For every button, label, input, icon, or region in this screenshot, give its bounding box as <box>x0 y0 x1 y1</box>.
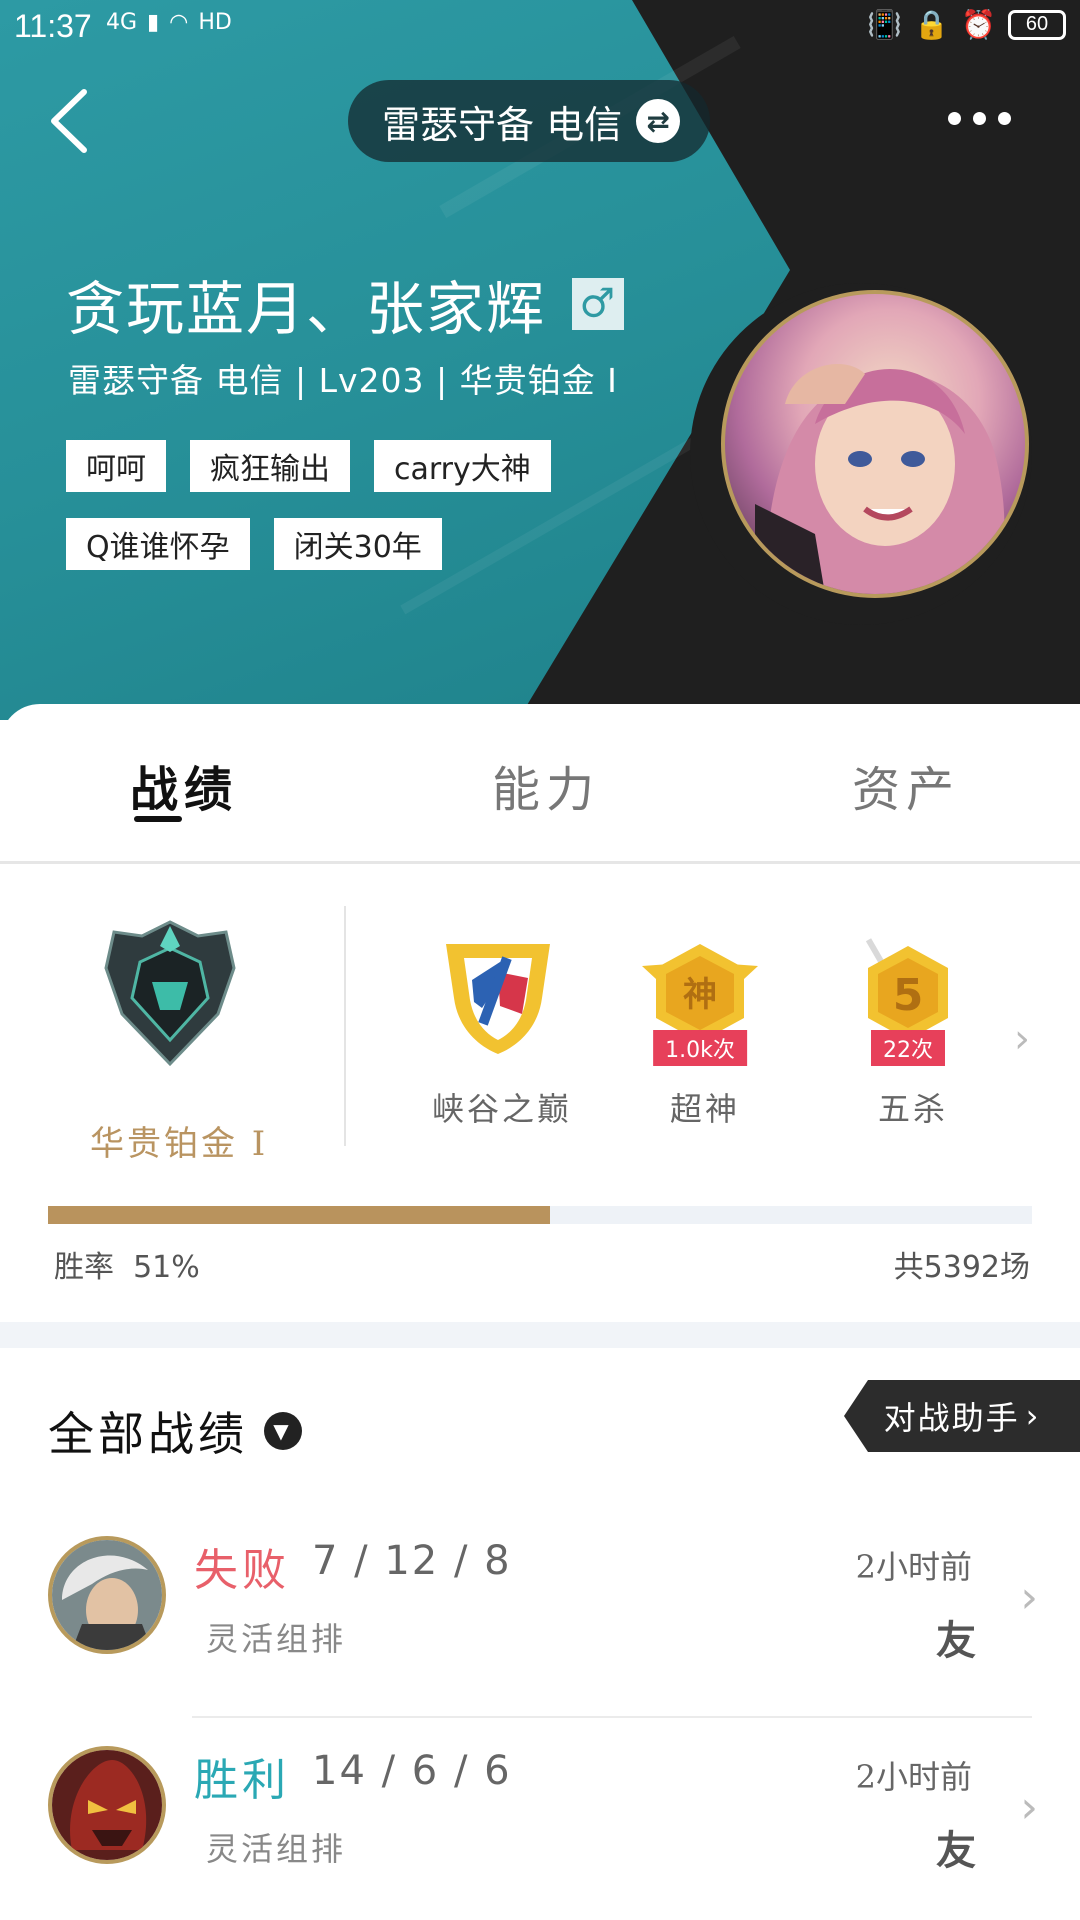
match-time: 2小时前 <box>855 1758 972 1796</box>
avatar[interactable] <box>721 290 1029 598</box>
match-kda: 7 / 12 / 8 <box>312 1538 512 1584</box>
winrate-text: 胜率 51% <box>54 1242 200 1286</box>
badge-pentakill[interactable]: 5 22次 <box>848 938 968 1066</box>
badge-label: 五杀 <box>878 1090 949 1128</box>
chevron-down-icon: ▼ <box>264 1412 302 1450</box>
active-tab-indicator <box>134 816 182 822</box>
rank-summary: 华贵铂金 I 峡谷之巅 神 1.0k次 超神 5 22次 五杀 › 胜率 51%… <box>0 866 1080 1316</box>
champion-avatar <box>48 1746 166 1864</box>
server-switch-button[interactable]: 雷瑟守备 电信 ⇄ <box>348 80 711 162</box>
match-list-header: 全部战绩 ▼ 对战助手 › <box>0 1348 1080 1508</box>
champion-avatar <box>48 1536 166 1654</box>
match-mode: 灵活组排 <box>206 1620 347 1658</box>
total-games: 共5392场 <box>893 1250 1030 1285</box>
badge-label: 峡谷之巅 <box>432 1090 573 1128</box>
chevron-right-icon: › <box>1020 1572 1038 1623</box>
friend-badge: 友 <box>936 1617 976 1664</box>
svg-text:5: 5 <box>893 970 924 1021</box>
status-right-icons: 📳 🔒 ⏰ 60 <box>867 8 1066 41</box>
match-filter-dropdown[interactable]: 全部战绩 ▼ <box>48 1398 302 1464</box>
status-left-icons: 4G ▮ ◠ HD <box>106 10 232 35</box>
match-mode: 灵活组排 <box>206 1830 347 1868</box>
avatar-portrait-icon <box>755 364 1005 594</box>
winrate-bar <box>48 1206 1032 1224</box>
tab-ability[interactable]: 能力 <box>492 750 600 820</box>
rank-emblem-icon[interactable] <box>100 918 240 1068</box>
player-name-row: 贪玩蓝月、张家辉 ♂ <box>66 262 625 346</box>
match-row[interactable]: 胜利 14 / 6 / 6 灵活组排 2小时前 友 › <box>0 1718 1080 1920</box>
tab-record[interactable]: 战绩 <box>130 750 238 820</box>
tag[interactable]: 呵呵 <box>66 440 166 492</box>
badge-label: 超神 <box>670 1090 741 1128</box>
more-dot-icon <box>948 112 961 125</box>
match-result: 失败 <box>194 1545 290 1596</box>
chevron-right-icon: › <box>1020 1782 1038 1833</box>
chevron-right-icon: › <box>1025 1397 1041 1435</box>
match-kda: 14 / 6 / 6 <box>312 1748 512 1794</box>
battle-assistant-button[interactable]: 对战助手 › <box>844 1380 1080 1452</box>
champion-portrait-icon <box>52 1750 162 1860</box>
more-dot-icon <box>998 112 1011 125</box>
section-divider <box>0 1322 1080 1348</box>
wifi-icon: ◠ <box>169 10 189 35</box>
winrate-label: 胜率 <box>54 1250 114 1285</box>
more-dot-icon <box>973 112 986 125</box>
divider <box>344 906 346 1146</box>
battery-icon: 60 <box>1008 9 1066 40</box>
more-options-button[interactable] <box>948 112 1011 125</box>
tab-assets[interactable]: 资产 <box>852 750 960 820</box>
badges-more-chevron-icon[interactable]: › <box>1014 1016 1030 1062</box>
rank-label: 华贵铂金 I <box>90 1124 269 1164</box>
alarm-icon: ⏰ <box>961 8 996 41</box>
lock-icon: 🔒 <box>914 8 950 41</box>
winrate-value: 51% <box>133 1250 200 1285</box>
svg-text:神: 神 <box>683 975 717 1015</box>
network-type: 4G <box>106 10 138 35</box>
chevron-left-icon <box>51 89 87 153</box>
match-filter-label: 全部战绩 <box>48 1407 248 1461</box>
summit-badge-icon <box>446 944 550 1054</box>
match-time: 2小时前 <box>855 1548 972 1586</box>
swap-icon: ⇄ <box>636 99 681 143</box>
match-result: 胜利 <box>194 1755 290 1806</box>
tag[interactable]: 闭关30年 <box>273 518 442 570</box>
player-meta: 雷瑟守备 电信 | Lv203 | 华贵铂金 I <box>68 361 618 400</box>
badge-legendary[interactable]: 神 1.0k次 <box>640 938 760 1066</box>
profile-header: 11:37 4G ▮ ◠ HD 📳 🔒 ⏰ 60 雷瑟守备 电信 ⇄ 贪玩蓝月、… <box>0 0 1080 720</box>
match-row[interactable]: 失败 7 / 12 / 8 灵活组排 2小时前 友 › <box>0 1508 1080 1718</box>
vibrate-icon: 📳 <box>867 8 903 41</box>
hd-label: HD <box>198 10 232 35</box>
tag[interactable]: carry大神 <box>374 440 551 492</box>
tab-bar: 战绩 能力 资产 <box>0 704 1080 864</box>
badge-count: 22次 <box>871 1030 945 1066</box>
tag[interactable]: 疯狂输出 <box>190 440 350 492</box>
player-name: 贪玩蓝月、张家辉 <box>66 275 547 343</box>
champion-portrait-icon <box>52 1540 162 1650</box>
badge-summit[interactable] <box>438 938 558 1062</box>
player-tags: 呵呵 疯狂输出 carry大神 Q谁谁怀孕 闭关30年 <box>66 440 606 570</box>
signal-icon: ▮ <box>147 10 160 35</box>
status-time: 11:37 <box>14 8 92 44</box>
male-icon: ♂ <box>572 278 625 330</box>
profile-screen: 11:37 4G ▮ ◠ HD 📳 🔒 ⏰ 60 雷瑟守备 电信 ⇄ 贪玩蓝月、… <box>0 0 1080 1920</box>
winrate-bar-fill <box>48 1206 550 1224</box>
friend-badge: 友 <box>936 1827 976 1874</box>
server-name: 雷瑟守备 电信 <box>382 102 623 147</box>
status-bar: 11:37 4G ▮ ◠ HD 📳 🔒 ⏰ 60 <box>0 0 1080 56</box>
back-button[interactable] <box>46 86 96 156</box>
battle-assistant-label: 对战助手 <box>883 1399 1020 1437</box>
tag[interactable]: Q谁谁怀孕 <box>66 518 250 570</box>
badge-count: 1.0k次 <box>653 1030 747 1066</box>
